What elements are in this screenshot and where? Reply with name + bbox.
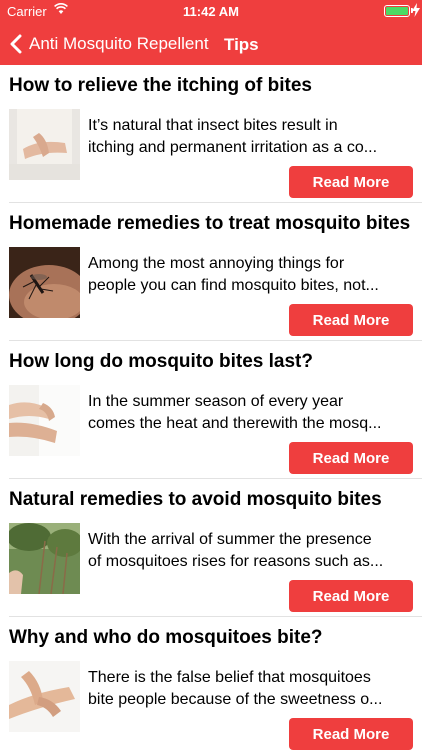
excerpt-line: bite people because of the sweetness o..… — [88, 691, 383, 708]
excerpt-line: In the summer season of every year — [88, 393, 344, 410]
top-bar: Carrier 11:42 AM Anti Mosquito Repellent… — [0, 0, 422, 65]
hand-on-wrist-photo — [9, 661, 80, 732]
status-time: 11:42 AM — [183, 4, 239, 19]
itchy-arm-photo — [9, 109, 80, 180]
garden-plants-photo — [9, 523, 80, 594]
article-excerpt: Among the most annoying things for peopl… — [88, 253, 414, 297]
article-title[interactable]: Natural remedies to avoid mosquito bites — [9, 489, 382, 511]
article-thumbnail — [9, 109, 80, 180]
article-excerpt: In the summer season of every year comes… — [88, 391, 414, 435]
article-title[interactable]: How to relieve the itching of bites — [9, 75, 312, 97]
page-title: Tips — [224, 35, 259, 54]
mosquito-on-skin-photo — [9, 247, 80, 318]
scratching-arm-photo — [9, 385, 80, 456]
article-excerpt: There is the false belief that mosquitoe… — [88, 667, 414, 711]
excerpt-line: Among the most annoying things for — [88, 255, 345, 272]
read-more-button[interactable]: Read More — [289, 718, 413, 750]
excerpt-line: There is the false belief that mosquitoe… — [88, 669, 371, 686]
read-more-button[interactable]: Read More — [289, 304, 413, 336]
list-item[interactable]: Natural remedies to avoid mosquito bites… — [0, 479, 422, 617]
read-more-button[interactable]: Read More — [289, 442, 413, 474]
excerpt-line: It’s natural that insect bites result in — [88, 117, 338, 134]
status-bar: Carrier 11:42 AM — [0, 0, 422, 22]
article-title[interactable]: How long do mosquito bites last? — [9, 351, 313, 373]
chevron-left-icon — [10, 34, 22, 54]
read-more-button[interactable]: Read More — [289, 166, 413, 198]
charging-bolt-icon — [412, 3, 420, 17]
article-thumbnail — [9, 247, 80, 318]
excerpt-line: people you can find mosquito bites, not.… — [88, 277, 379, 294]
read-more-button[interactable]: Read More — [289, 580, 413, 612]
list-item[interactable]: How long do mosquito bites last? In the … — [0, 341, 422, 479]
article-title[interactable]: Homemade remedies to treat mosquito bite… — [9, 213, 410, 235]
article-thumbnail — [9, 523, 80, 594]
navigation-bar: Anti Mosquito Repellent Tips — [0, 22, 422, 65]
article-excerpt: With the arrival of summer the presence … — [88, 529, 414, 573]
excerpt-line: of mosquitoes rises for reasons such as.… — [88, 553, 384, 570]
list-item[interactable]: How to relieve the itching of bites It’s… — [0, 65, 422, 203]
back-button-label: Anti Mosquito Repellent — [29, 34, 209, 53]
article-title[interactable]: Why and who do mosquitoes bite? — [9, 627, 323, 649]
article-thumbnail — [9, 385, 80, 456]
back-button[interactable]: Anti Mosquito Repellent — [10, 34, 209, 54]
excerpt-line: comes the heat and therewith the mosq... — [88, 415, 382, 432]
list-item[interactable]: Homemade remedies to treat mosquito bite… — [0, 203, 422, 341]
excerpt-line: With the arrival of summer the presence — [88, 531, 372, 548]
list-item[interactable]: Why and who do mosquitoes bite? There is… — [0, 617, 422, 750]
battery-icon — [384, 5, 410, 17]
excerpt-line: itching and permanent irritation as a co… — [88, 139, 378, 156]
article-thumbnail — [9, 661, 80, 732]
article-excerpt: It’s natural that insect bites result in… — [88, 115, 414, 159]
